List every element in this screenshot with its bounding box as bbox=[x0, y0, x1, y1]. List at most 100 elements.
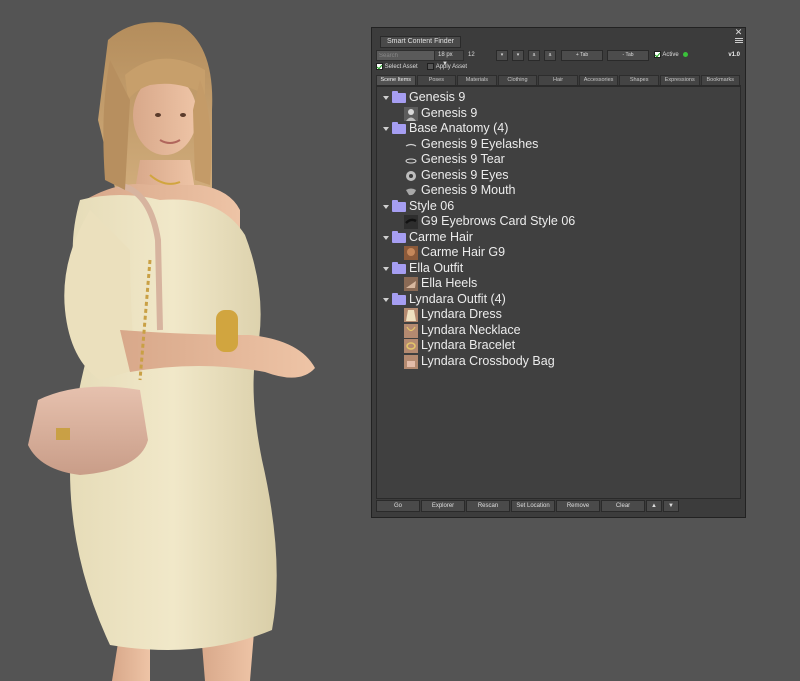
expand-arrow-icon[interactable] bbox=[383, 266, 389, 271]
tree-folder-row[interactable]: Base Anatomy (4) bbox=[377, 121, 737, 136]
asset-options: Select Asset Apply Asset bbox=[376, 63, 475, 72]
character-render-image bbox=[28, 22, 315, 681]
tab-expressions[interactable]: Expressions bbox=[659, 75, 700, 85]
remove-button[interactable]: Remove bbox=[556, 500, 600, 512]
tree-row-label: Genesis 9 bbox=[409, 90, 466, 104]
active-label: Active bbox=[662, 52, 679, 59]
tree-folder-row[interactable]: Carme Hair bbox=[377, 230, 737, 245]
tree-item-row[interactable]: Ella Heels bbox=[377, 276, 737, 291]
eyebrows-icon bbox=[404, 215, 418, 229]
tree-folder-row[interactable]: Lyndara Outfit (4) bbox=[377, 292, 737, 307]
tree-item-row[interactable]: Genesis 9 Tear bbox=[377, 152, 737, 167]
active-status-dot-icon bbox=[683, 52, 689, 57]
rescan-button[interactable]: Rescan bbox=[466, 500, 510, 512]
bottom-button-bar: Go Explorer Rescan Set Location Remove C… bbox=[376, 500, 741, 512]
folder-icon bbox=[392, 199, 406, 212]
tree-item-row[interactable]: Carme Hair G9 bbox=[377, 245, 737, 260]
tab-materials[interactable]: Materials bbox=[457, 75, 497, 85]
apply-asset-checkbox[interactable] bbox=[427, 63, 435, 70]
font-size-value: 18 px bbox=[438, 52, 453, 58]
close-icon[interactable]: ✕ bbox=[734, 28, 743, 37]
tab-shapes[interactable]: Shapes bbox=[619, 75, 659, 85]
tree-item-row[interactable]: Lyndara Bracelet bbox=[377, 338, 737, 353]
necklace-icon bbox=[404, 323, 418, 338]
tab-poses[interactable]: Poses bbox=[416, 75, 457, 85]
expand-arrow-icon[interactable] bbox=[383, 297, 389, 302]
tab-scene-items[interactable]: Scene Items bbox=[376, 75, 416, 85]
move-down-button[interactable]: ▼ bbox=[663, 500, 679, 512]
select-asset-option[interactable]: Select Asset bbox=[376, 63, 418, 72]
tree-item-row[interactable]: Lyndara Dress bbox=[377, 307, 737, 322]
tree-row-label: Genesis 9 Tear bbox=[421, 152, 505, 166]
tree-row-label: Lyndara Crossbody Bag bbox=[421, 353, 555, 368]
expand-arrow-icon[interactable] bbox=[383, 204, 389, 209]
scene-tree: Genesis 9 Genesis 9 Base Anatomy (4) Gen… bbox=[376, 86, 741, 499]
expand-arrow-icon[interactable] bbox=[383, 127, 389, 131]
move-up-button[interactable]: ▲ bbox=[646, 500, 662, 512]
expand-arrow-icon[interactable] bbox=[383, 96, 389, 100]
tear-icon bbox=[405, 158, 417, 164]
apply-asset-label: Apply Asset bbox=[435, 64, 468, 71]
category-tabs: Scene Items Poses Materials Clothing Hai… bbox=[376, 75, 741, 86]
tree-folder-row[interactable]: Style 06 bbox=[377, 199, 737, 214]
eyelashes-icon bbox=[405, 143, 417, 147]
bracelet-icon bbox=[404, 339, 418, 353]
tree-item-row[interactable]: G9 Eyebrows Card Style 06 bbox=[377, 214, 737, 229]
tab-bookmarks[interactable]: Bookmarks bbox=[700, 75, 741, 85]
folder-icon bbox=[392, 292, 406, 305]
toolbar: 18 px ▼ 12 ▾ ▾ a a + Tab - Tab Active v1… bbox=[376, 50, 741, 67]
add-tab-button[interactable]: + Tab bbox=[561, 50, 603, 61]
hair-icon bbox=[404, 246, 418, 260]
expand-button[interactable]: ▾ bbox=[512, 50, 524, 61]
active-checkbox[interactable] bbox=[654, 51, 661, 58]
tree-item-row[interactable]: Lyndara Crossbody Bag bbox=[377, 354, 737, 369]
tree-folder-row[interactable]: Genesis 9 bbox=[377, 90, 737, 105]
select-asset-label: Select Asset bbox=[384, 64, 418, 71]
tree-row-label: Ella Heels bbox=[421, 276, 478, 290]
select-asset-checkbox[interactable] bbox=[376, 63, 383, 70]
active-toggle[interactable]: Active bbox=[654, 51, 689, 60]
dress-icon bbox=[404, 308, 418, 322]
tab-hair[interactable]: Hair bbox=[538, 75, 578, 85]
panel-menu-icon[interactable] bbox=[735, 37, 743, 45]
search-input[interactable] bbox=[376, 50, 438, 61]
count-field[interactable]: 12 bbox=[466, 50, 488, 61]
mouth-icon bbox=[406, 188, 416, 196]
sort-b-button[interactable]: a bbox=[544, 50, 556, 61]
tree-item-row[interactable]: Genesis 9 bbox=[377, 106, 737, 121]
figure-icon bbox=[404, 106, 418, 121]
folder-icon bbox=[392, 261, 406, 274]
folder-icon bbox=[392, 230, 406, 243]
tree-row-label: Lyndara Dress bbox=[421, 307, 502, 321]
tree-item-row[interactable]: Lyndara Necklace bbox=[377, 323, 737, 338]
font-size-select[interactable]: 18 px ▼ bbox=[434, 50, 464, 67]
panel-title-tab[interactable]: Smart Content Finder bbox=[380, 36, 461, 48]
tree-item-row[interactable]: Genesis 9 Eyelashes bbox=[377, 137, 737, 152]
tree-folder-row[interactable]: Ella Outfit bbox=[377, 261, 737, 276]
apply-asset-option[interactable]: Apply Asset bbox=[427, 63, 467, 72]
folder-icon bbox=[392, 122, 406, 134]
tree-row-label: Genesis 9 Mouth bbox=[421, 183, 516, 197]
tree-item-row[interactable]: Genesis 9 Mouth bbox=[377, 183, 737, 198]
set-location-button[interactable]: Set Location bbox=[511, 500, 555, 512]
tree-row-label: Genesis 9 Eyes bbox=[421, 167, 509, 182]
tree-row-label: Ella Outfit bbox=[409, 260, 464, 275]
tree-row-label: Carme Hair G9 bbox=[421, 245, 506, 259]
tree-row-label: Genesis 9 Eyelashes bbox=[421, 136, 539, 151]
expand-arrow-icon[interactable] bbox=[383, 235, 389, 240]
tree-row-label: Style 06 bbox=[409, 198, 455, 213]
remove-tab-button[interactable]: - Tab bbox=[607, 50, 649, 61]
go-button[interactable]: Go bbox=[376, 500, 420, 512]
tree-row-label: Lyndara Necklace bbox=[421, 322, 521, 337]
explorer-button[interactable]: Explorer bbox=[421, 500, 465, 512]
folder-icon bbox=[392, 91, 406, 103]
collapse-button[interactable]: ▾ bbox=[496, 50, 508, 61]
tab-accessories[interactable]: Accessories bbox=[578, 75, 619, 85]
smart-content-finder-panel: ✕ Smart Content Finder 18 px ▼ 12 ▾ ▾ a … bbox=[371, 27, 746, 518]
tree-row-label: Genesis 9 bbox=[421, 105, 478, 120]
tree-row-label: Carme Hair bbox=[409, 229, 473, 244]
tab-clothing[interactable]: Clothing bbox=[497, 75, 538, 85]
clear-button[interactable]: Clear bbox=[601, 500, 645, 512]
tree-item-row[interactable]: Genesis 9 Eyes bbox=[377, 168, 737, 183]
sort-a-button[interactable]: a bbox=[528, 50, 540, 61]
